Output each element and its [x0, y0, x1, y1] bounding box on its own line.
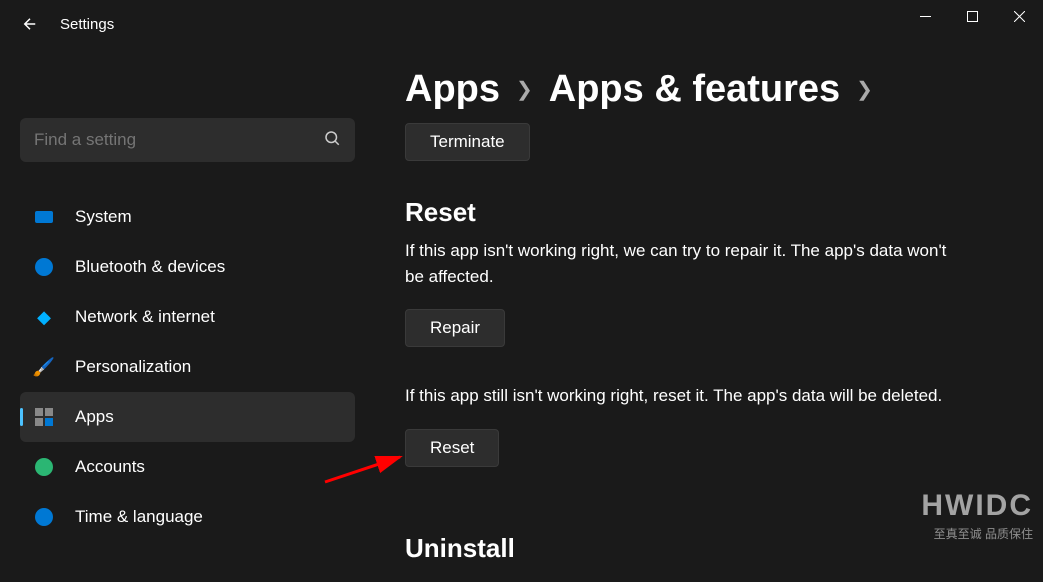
sidebar-item-apps[interactable]: Apps — [20, 392, 355, 442]
reset-heading: Reset — [405, 197, 1043, 228]
breadcrumb-apps-features[interactable]: Apps & features — [549, 68, 840, 111]
sidebar-item-label: Network & internet — [75, 307, 215, 327]
sidebar-item-bluetooth[interactable]: Bluetooth & devices — [20, 242, 355, 292]
sidebar-item-label: Bluetooth & devices — [75, 257, 225, 277]
maximize-button[interactable] — [949, 0, 996, 32]
annotation-arrow — [320, 452, 410, 492]
app-title: Settings — [60, 16, 114, 33]
search-icon — [323, 129, 341, 152]
clock-icon — [33, 506, 55, 528]
search-input[interactable] — [34, 130, 323, 150]
chevron-right-icon: ❯ — [516, 77, 533, 102]
search-box[interactable] — [20, 118, 355, 162]
sidebar-item-label: Personalization — [75, 357, 191, 377]
sidebar-item-accounts[interactable]: Accounts — [20, 442, 355, 492]
reset-button[interactable]: Reset — [405, 429, 499, 467]
apps-icon — [33, 406, 55, 428]
back-button[interactable] — [18, 12, 42, 36]
close-button[interactable] — [996, 0, 1043, 32]
watermark-tagline: 至真至诚 品质保住 — [921, 525, 1033, 542]
watermark-logo: HWIDC — [921, 489, 1033, 523]
person-icon — [33, 456, 55, 478]
repair-description: If this app isn't working right, we can … — [405, 238, 965, 289]
repair-button[interactable]: Repair — [405, 309, 505, 347]
monitor-icon — [33, 206, 55, 228]
sidebar-item-network[interactable]: ◆ Network & internet — [20, 292, 355, 342]
minimize-button[interactable] — [902, 0, 949, 32]
sidebar-item-label: Time & language — [75, 507, 203, 527]
sidebar-item-label: System — [75, 207, 132, 227]
reset-description: If this app still isn't working right, r… — [405, 383, 965, 409]
sidebar: System Bluetooth & devices ◆ Network & i… — [0, 48, 355, 582]
sidebar-item-label: Accounts — [75, 457, 145, 477]
titlebar: Settings — [0, 0, 1043, 48]
watermark: HWIDC 至真至诚 品质保住 — [921, 489, 1033, 542]
bluetooth-icon — [33, 256, 55, 278]
breadcrumb-apps[interactable]: Apps — [405, 68, 500, 111]
sidebar-item-time[interactable]: Time & language — [20, 492, 355, 542]
brush-icon: 🖌️ — [33, 356, 55, 378]
breadcrumb: Apps ❯ Apps & features ❯ — [405, 68, 1043, 111]
terminate-button[interactable]: Terminate — [405, 123, 530, 161]
sidebar-item-system[interactable]: System — [20, 192, 355, 242]
sidebar-item-label: Apps — [75, 407, 114, 427]
wifi-icon: ◆ — [33, 306, 55, 328]
nav-list: System Bluetooth & devices ◆ Network & i… — [20, 192, 355, 542]
sidebar-item-personalization[interactable]: 🖌️ Personalization — [20, 342, 355, 392]
window-controls — [902, 0, 1043, 32]
chevron-right-icon: ❯ — [856, 77, 873, 102]
